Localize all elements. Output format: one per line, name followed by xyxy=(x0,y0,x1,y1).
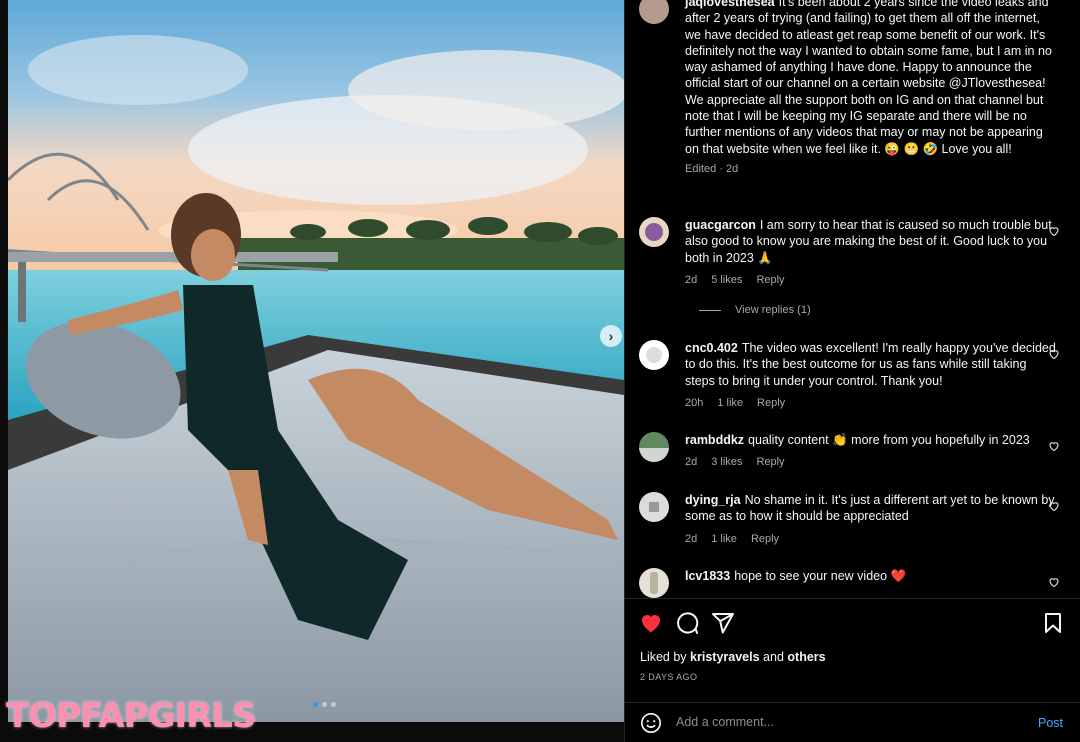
heart-outline-icon[interactable] xyxy=(1048,348,1060,360)
comment-username[interactable]: cnc0.402 xyxy=(685,341,738,355)
comment-username[interactable]: dying_rja xyxy=(685,493,741,507)
comment-likes[interactable]: 1 like xyxy=(717,395,743,411)
comment: cnc0.402 The video was excellent! I'm rea… xyxy=(639,340,1059,411)
comment-likes[interactable]: 5 likes xyxy=(711,272,742,288)
reply-button[interactable]: Reply xyxy=(756,272,784,288)
avatar[interactable] xyxy=(639,340,669,370)
view-replies-label: View replies (1) xyxy=(735,304,811,316)
avatar[interactable] xyxy=(639,432,669,462)
add-comment-bar: Post xyxy=(625,702,1080,742)
caption-meta: Edited · 2d xyxy=(685,162,739,175)
comment-likes[interactable]: 3 likes xyxy=(711,454,742,470)
heart-outline-icon[interactable] xyxy=(1048,440,1060,452)
comment-text: The video was excellent! I'm really happ… xyxy=(685,341,1056,388)
comment: lcv1833 hope to see your new video ❤️ xyxy=(639,568,1059,598)
paper-plane-icon[interactable] xyxy=(711,611,735,635)
carousel-dot xyxy=(322,702,327,707)
caption: jaqlovesthesea It's been about 2 years si… xyxy=(639,0,1059,177)
bookmark-icon[interactable] xyxy=(1041,611,1065,635)
smiley-icon[interactable] xyxy=(640,712,662,734)
next-slide-button[interactable]: › xyxy=(600,325,622,347)
view-replies-button[interactable]: View replies (1) xyxy=(699,304,811,316)
post-photo xyxy=(8,0,624,722)
avatar[interactable] xyxy=(639,0,669,24)
comment-input[interactable] xyxy=(676,715,996,729)
comment-username[interactable]: rambddkz xyxy=(685,433,744,447)
heart-outline-icon[interactable] xyxy=(1048,500,1060,512)
comment-likes[interactable]: 1 like xyxy=(711,531,737,547)
reply-button[interactable]: Reply xyxy=(757,395,785,411)
comment-age: 2d xyxy=(685,532,698,545)
carousel-dot xyxy=(331,702,336,707)
comment-username[interactable]: lcv1833 xyxy=(685,569,730,583)
caption-username[interactable]: jaqlovesthesea xyxy=(685,0,775,9)
comment: dying_rja No shame in it. It's just a dif… xyxy=(639,492,1059,547)
reply-button[interactable]: Reply xyxy=(751,531,779,547)
liked-by: Liked by kristyravels and others xyxy=(640,650,826,664)
media-frame: › xyxy=(8,0,624,722)
reply-divider xyxy=(699,309,721,311)
comment-username[interactable]: guacgarcon xyxy=(685,218,756,232)
avatar[interactable] xyxy=(639,217,669,247)
carousel-dots xyxy=(313,702,336,707)
liked-by-prefix: Liked by xyxy=(640,650,687,664)
comment-text: hope to see your new video ❤️ xyxy=(734,569,907,583)
post-date: 2 DAYS AGO xyxy=(640,672,698,682)
chevron-right-icon: › xyxy=(608,328,614,344)
liked-by-user[interactable]: kristyravels xyxy=(690,650,760,664)
heart-outline-icon[interactable] xyxy=(1048,576,1060,588)
comment: rambddkz quality content 👏 more from you … xyxy=(639,432,1059,471)
comments-panel: jaqlovesthesea It's been about 2 years si… xyxy=(624,0,1080,742)
comment: guacgarcon I am sorry to hear that is cau… xyxy=(639,217,1059,288)
heart-filled-icon[interactable] xyxy=(639,611,663,635)
comment-age: 20h xyxy=(685,396,704,409)
caption-text: It's been about 2 years since the video … xyxy=(685,0,1052,156)
avatar[interactable] xyxy=(639,492,669,522)
avatar[interactable] xyxy=(639,568,669,598)
liked-by-and: and xyxy=(763,650,784,664)
comment-age: 2d xyxy=(685,456,698,469)
comment-age: 2d xyxy=(685,273,698,286)
heart-outline-icon[interactable] xyxy=(1048,225,1060,237)
carousel-dot xyxy=(313,702,318,707)
liked-by-others[interactable]: others xyxy=(787,650,825,664)
reply-button[interactable]: Reply xyxy=(756,454,784,470)
comment-bubble-icon[interactable] xyxy=(675,611,699,635)
post-actions: Liked by kristyravels and others 2 DAYS … xyxy=(625,598,1080,700)
comments-list[interactable]: jaqlovesthesea It's been about 2 years si… xyxy=(625,0,1080,598)
post-media: › TOPFAPGIRLS xyxy=(0,0,624,742)
watermark: TOPFAPGIRLS xyxy=(6,696,256,736)
comment-text: quality content 👏 more from you hopefull… xyxy=(748,433,1030,447)
post-button[interactable]: Post xyxy=(1038,716,1063,730)
